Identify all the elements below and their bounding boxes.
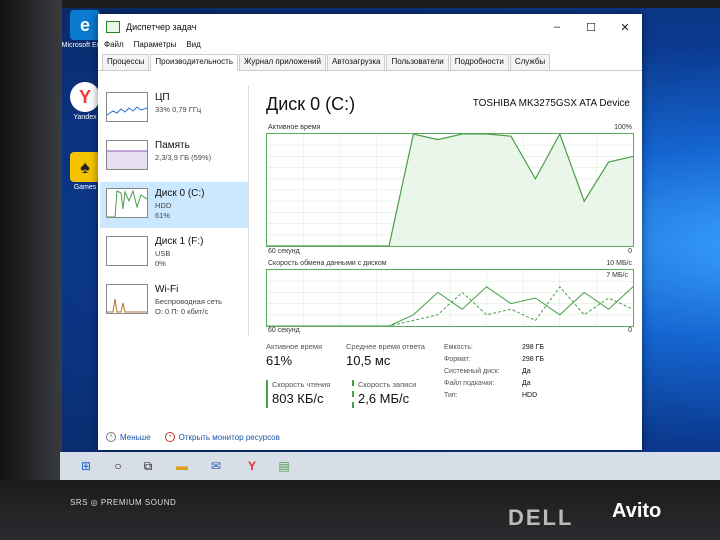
task-manager-taskbar-icon[interactable]: ▤ — [274, 456, 294, 476]
property-value: 298 ГБ — [522, 356, 545, 363]
menu-file[interactable]: Файл — [104, 40, 124, 54]
sidebar-item-detail: 2,3/3,9 ГБ (59%) — [155, 153, 212, 162]
sidebar-item-memory[interactable]: Память 2,3/3,9 ГБ (59%) — [100, 134, 248, 180]
property-value: HDD — [522, 392, 538, 399]
sidebar-item-label: Wi-Fi — [155, 284, 179, 295]
title-bar[interactable]: Диспетчер задач – ☐ ✕ — [98, 14, 642, 40]
property-value: 298 ГБ — [522, 344, 545, 351]
yandex-icon: Y — [70, 82, 100, 112]
graph2-time: 60 секунд — [268, 327, 300, 334]
write-speed-marker — [352, 380, 354, 408]
device-name: TOSHIBA MK3275GSX ATA Device — [472, 98, 630, 109]
maximize-button[interactable]: ☐ — [574, 21, 608, 34]
performance-sidebar: ЦП 33% 0,79 ГГц Память 2,3/3,9 ГБ (59%) … — [100, 86, 249, 336]
chevron-up-icon: ˄ — [106, 432, 116, 442]
graph1-max: 100% — [614, 124, 632, 131]
graph2-min: 0 — [628, 327, 632, 334]
task-manager-icon — [106, 21, 120, 33]
open-resource-monitor-link[interactable]: ◔ Открыть монитор ресурсов — [164, 432, 280, 442]
sidebar-item-label: Память — [155, 140, 190, 151]
taskbar: ⊞ ○ ⧉ ▬ ✉ Y ▤ — [60, 452, 720, 480]
sidebar-item-detail: USB 0% — [155, 249, 171, 268]
graph1-time: 60 секунд — [268, 248, 300, 255]
tab-users[interactable]: Пользователи — [386, 54, 449, 70]
sidebar-item-detail: Беспроводная сеть О: 0 П: 0 кбит/с — [155, 297, 223, 316]
response-time-value: 10,5 мс — [346, 353, 391, 368]
property-label: Емкость: — [444, 344, 473, 351]
graph1-min: 0 — [628, 248, 632, 255]
avito-watermark: Avito — [612, 500, 662, 522]
graph2-label: Скорость обмена данными с диском — [268, 260, 387, 267]
sidebar-item-label: Диск 1 (F:) — [155, 236, 204, 247]
menu-bar: Файл Параметры Вид — [98, 40, 642, 54]
games-icon: ♠ — [70, 152, 100, 182]
mail-icon[interactable]: ✉ — [206, 456, 226, 476]
sidebar-item-cpu[interactable]: ЦП 33% 0,79 ГГц — [100, 86, 248, 132]
tab-app-history[interactable]: Журнал приложений — [239, 54, 326, 70]
sidebar-item-label: ЦП — [155, 92, 170, 103]
sidebar-item-detail: HDD 61% — [155, 201, 172, 220]
graph1-label: Активное время — [268, 124, 321, 131]
graph2-submax: 7 МБ/с — [606, 272, 628, 279]
speaker-branding: SRS ◎ PREMIUM SOUND — [70, 498, 177, 507]
laptop-left-bezel — [0, 0, 62, 540]
tab-startup[interactable]: Автозагрузка — [326, 54, 386, 70]
read-speed-label: Скорость чтения — [272, 380, 331, 389]
minimize-button[interactable]: – — [540, 21, 574, 33]
tab-bar: Процессы Производительность Журнал прило… — [98, 54, 642, 71]
sidebar-item-disk-1[interactable]: Диск 1 (F:) USB 0% — [100, 230, 248, 276]
property-label: Тип: — [444, 392, 458, 399]
write-speed-label: Скорость записи — [358, 380, 417, 389]
sidebar-item-wifi[interactable]: Wi-Fi Беспроводная сеть О: 0 П: 0 кбит/с — [100, 278, 248, 324]
fewer-details-link[interactable]: ˄ Меньше — [106, 432, 151, 442]
tab-services[interactable]: Службы — [509, 54, 551, 70]
dell-logo: DELL — [508, 505, 574, 530]
graph2-max: 10 МБ/с — [606, 260, 632, 267]
tab-details[interactable]: Подробности — [449, 54, 509, 70]
active-time-label: Активное время — [266, 342, 323, 351]
active-time-value: 61% — [266, 353, 293, 368]
fewer-details-label: Меньше — [120, 432, 151, 442]
disk-detail-panel: Диск 0 (C:) TOSHIBA MK3275GSX ATA Device… — [262, 90, 634, 420]
task-view-button[interactable]: ⧉ — [138, 456, 158, 476]
menu-options[interactable]: Параметры — [134, 40, 177, 54]
transfer-rate-graph — [266, 269, 634, 327]
window-footer: ˄ Меньше ◔ Открыть монитор ресурсов — [98, 424, 650, 450]
disk1-thumbnail — [106, 236, 148, 266]
resource-monitor-icon: ◔ — [164, 432, 175, 442]
tab-processes[interactable]: Процессы — [102, 54, 150, 70]
cpu-thumbnail — [106, 92, 148, 122]
write-speed-value: 2,6 МБ/с — [358, 391, 410, 406]
property-value: Да — [522, 368, 531, 375]
sidebar-item-disk-0[interactable]: Диск 0 (C:) HDD 61% — [100, 182, 248, 228]
property-value: Да — [522, 380, 531, 387]
response-time-label: Среднее время ответа — [346, 342, 425, 351]
property-label: Формат: — [444, 356, 471, 363]
wifi-thumbnail — [106, 284, 148, 314]
yandex-taskbar-icon[interactable]: Y — [242, 456, 262, 476]
read-speed-marker — [266, 380, 268, 408]
property-label: Системный диск: — [444, 368, 500, 375]
sidebar-item-label: Диск 0 (C:) — [155, 188, 205, 199]
property-label: Файл подкачки: — [444, 380, 495, 387]
task-manager-window: Диспетчер задач – ☐ ✕ Файл Параметры Вид… — [98, 14, 642, 450]
page-title: Диск 0 (C:) — [266, 94, 356, 114]
tab-performance[interactable]: Производительность — [150, 54, 238, 71]
memory-thumbnail — [106, 140, 148, 170]
file-explorer-icon[interactable]: ▬ — [172, 456, 192, 476]
start-button[interactable]: ⊞ — [76, 456, 96, 476]
disk0-thumbnail — [106, 188, 148, 218]
search-button[interactable]: ○ — [108, 456, 128, 476]
sidebar-item-detail: 33% 0,79 ГГц — [155, 105, 202, 114]
close-button[interactable]: ✕ — [608, 21, 642, 34]
open-resource-monitor-label: Открыть монитор ресурсов — [178, 432, 280, 442]
edge-icon: e — [70, 10, 100, 40]
read-speed-value: 803 КБ/с — [272, 391, 324, 406]
active-time-graph — [266, 133, 634, 247]
window-title: Диспетчер задач — [126, 22, 197, 32]
menu-view[interactable]: Вид — [186, 40, 200, 54]
